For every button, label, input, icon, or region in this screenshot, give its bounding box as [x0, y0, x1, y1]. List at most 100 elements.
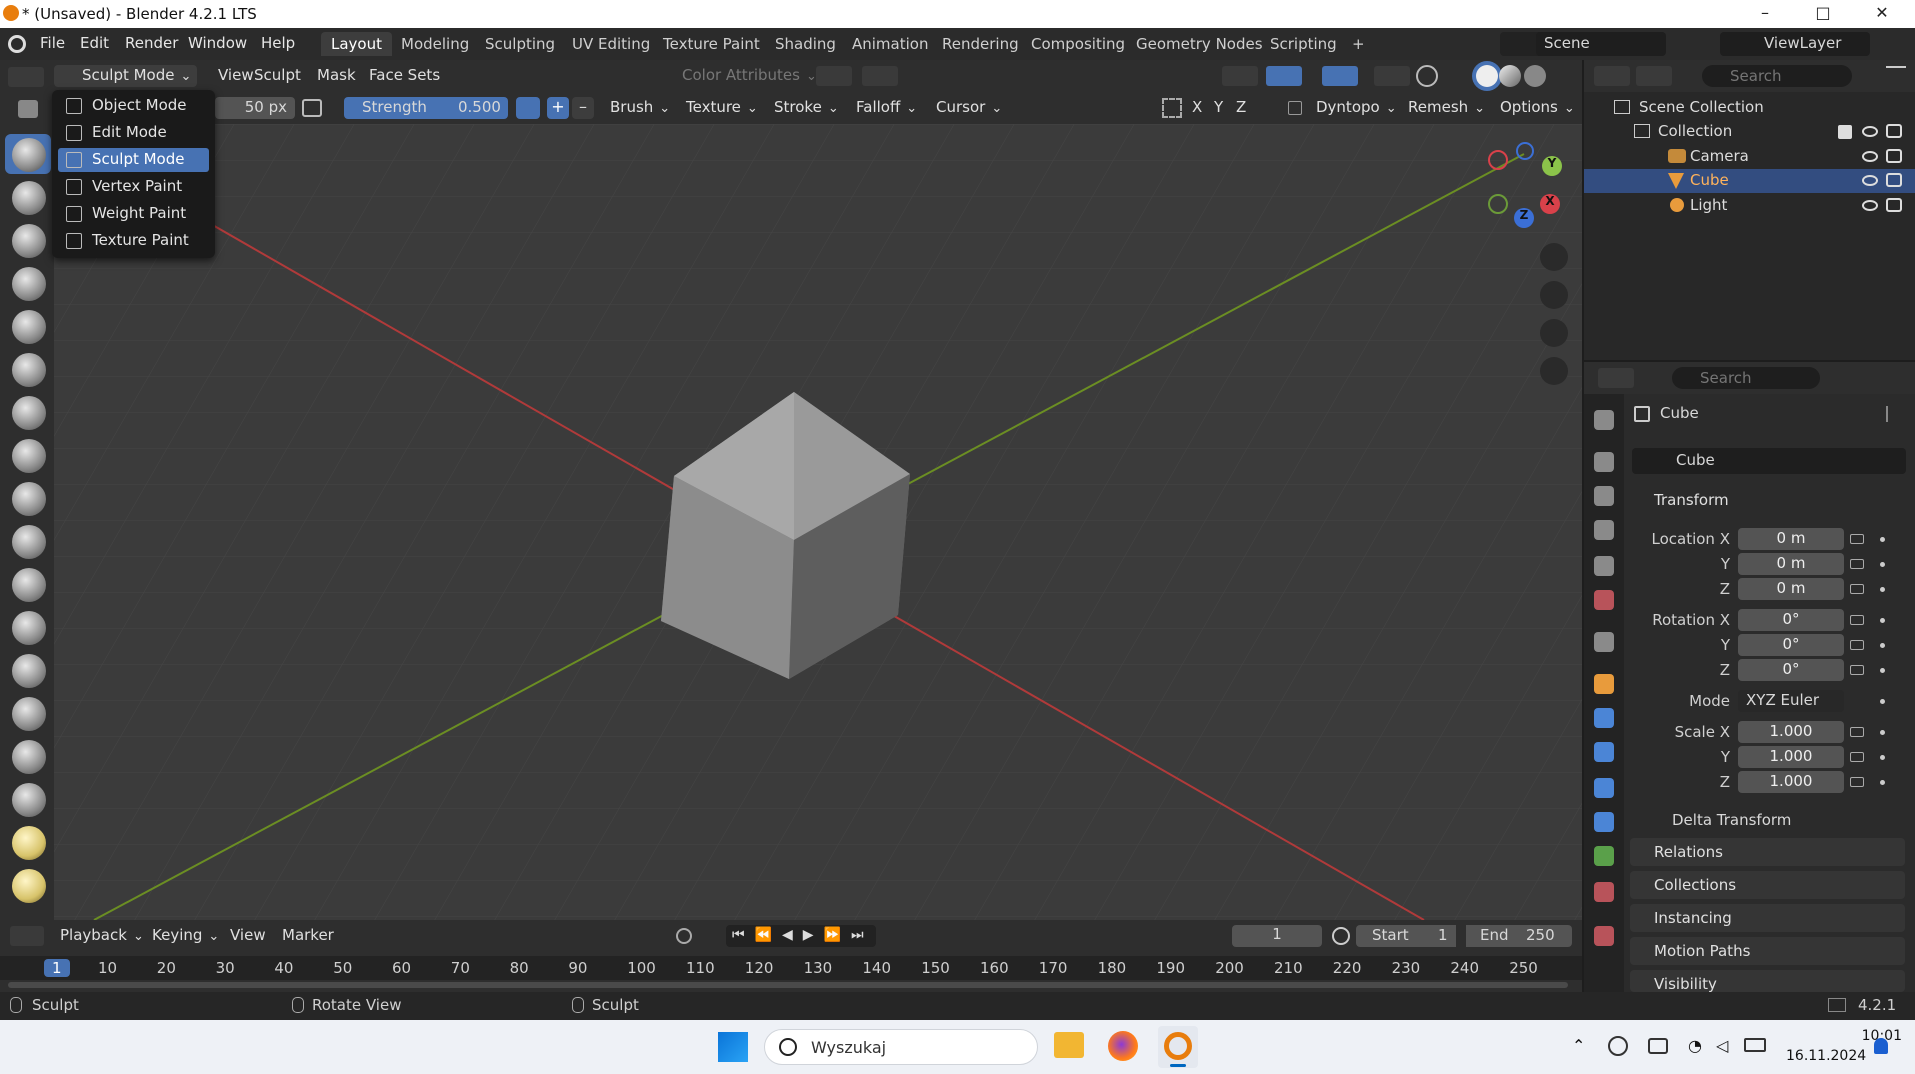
- xray-icon[interactable]: [1374, 66, 1410, 86]
- snake-hook-brush-icon[interactable]: [12, 869, 46, 903]
- collection-eye-icon[interactable]: [1862, 126, 1878, 137]
- scale-y-field[interactable]: 1.000: [1738, 746, 1844, 768]
- playback-dropdown[interactable]: Playback: [54, 925, 150, 947]
- elastic-deform-brush-icon[interactable]: [12, 826, 46, 860]
- firefox-icon[interactable]: [1108, 1031, 1138, 1061]
- mode-vertex-paint[interactable]: Vertex Paint: [58, 175, 209, 199]
- particles-tab-icon[interactable]: [1594, 742, 1614, 762]
- battery-icon[interactable]: [1744, 1038, 1766, 1052]
- collection-tab-icon[interactable]: [1594, 632, 1614, 652]
- subtract-stroke-button[interactable]: –: [572, 97, 594, 119]
- light-row[interactable]: Light: [1584, 194, 1915, 218]
- sync-icon[interactable]: [1608, 1036, 1628, 1056]
- cube-render-icon[interactable]: [1886, 173, 1902, 187]
- lock-scale-y-icon[interactable]: [1850, 752, 1864, 762]
- color-attributes-dropdown[interactable]: Color Attributes: [658, 65, 823, 87]
- scene-collection-row[interactable]: Scene Collection: [1584, 96, 1915, 120]
- add-stroke-button[interactable]: +: [547, 97, 569, 119]
- lock-location-x-icon[interactable]: [1850, 534, 1864, 544]
- physics-tab-icon[interactable]: [1594, 778, 1614, 798]
- visibility-panel[interactable]: Visibility: [1630, 970, 1905, 993]
- mode-sculpt[interactable]: Sculpt Mode: [58, 148, 209, 172]
- keyframe-dot[interactable]: [1880, 780, 1885, 785]
- tab-sculpting[interactable]: Sculpting: [475, 32, 565, 56]
- volume-icon[interactable]: ◁: [1716, 1036, 1728, 1055]
- flatten-brush-icon[interactable]: [12, 568, 46, 602]
- modifiers-tab-icon[interactable]: [1594, 708, 1614, 728]
- symmetry-icon[interactable]: [816, 66, 852, 86]
- mode-texture-paint[interactable]: Texture Paint: [58, 229, 209, 253]
- menu-render[interactable]: Render: [125, 34, 178, 52]
- rotation-z-field[interactable]: 0°: [1738, 659, 1844, 681]
- collection-render-icon[interactable]: [1886, 124, 1902, 138]
- end-frame-field[interactable]: End 250: [1466, 925, 1572, 947]
- timeline-marker-menu[interactable]: Marker: [276, 925, 340, 947]
- stroke-dropdown[interactable]: Stroke: [768, 97, 845, 119]
- filter-icon[interactable]: [1886, 66, 1906, 86]
- keying-dropdown[interactable]: Keying: [146, 925, 225, 947]
- gizmo-neg-z-icon[interactable]: [1516, 142, 1534, 160]
- scrape-brush-icon[interactable]: [12, 654, 46, 688]
- maximize-button[interactable]: □: [1803, 3, 1843, 25]
- pinch-brush-icon[interactable]: [12, 740, 46, 774]
- texture-tab-icon[interactable]: [1594, 926, 1614, 946]
- notification-bell-icon[interactable]: [1874, 1038, 1888, 1054]
- constraints-tab-icon[interactable]: [1594, 812, 1614, 832]
- mode-edit[interactable]: Edit Mode: [58, 121, 209, 145]
- auto-keying-icon[interactable]: [676, 928, 692, 944]
- smooth-brush-icon[interactable]: [12, 525, 46, 559]
- draw-sharp-brush-icon[interactable]: [12, 181, 46, 215]
- tray-chevron-icon[interactable]: ⌃: [1572, 1036, 1585, 1055]
- brush-dropdown[interactable]: Brush: [604, 97, 676, 119]
- tab-animation[interactable]: Animation: [842, 32, 938, 56]
- tab-geometry-nodes[interactable]: Geometry Nodes: [1126, 32, 1273, 56]
- draw-brush-icon[interactable]: [12, 138, 46, 172]
- shading-solid-icon[interactable]: [1476, 65, 1498, 87]
- collections-panel[interactable]: Collections: [1630, 871, 1905, 899]
- remesh-dropdown[interactable]: Remesh: [1402, 97, 1491, 119]
- gizmo-x-icon[interactable]: X: [1540, 194, 1560, 214]
- pan-hand-icon[interactable]: [1540, 281, 1568, 309]
- blender-taskbar-item[interactable]: [1158, 1026, 1198, 1068]
- lock-location-z-icon[interactable]: [1850, 584, 1864, 594]
- menu-face-sets[interactable]: Face Sets: [363, 65, 446, 87]
- overlay-toggle-icon[interactable]: [1322, 66, 1358, 86]
- menu-file[interactable]: File: [40, 34, 65, 52]
- keyframe-dot[interactable]: [1880, 587, 1885, 592]
- zoom-icon[interactable]: [1540, 243, 1568, 271]
- outliner-editor-type-icon[interactable]: [1594, 66, 1630, 86]
- blob-brush-icon[interactable]: [12, 439, 46, 473]
- instancing-panel[interactable]: Instancing: [1630, 904, 1905, 932]
- texture-dropdown[interactable]: Texture: [680, 97, 764, 119]
- strength-slider[interactable]: Strength 0.500: [344, 97, 508, 119]
- radius-pressure-icon[interactable]: [302, 99, 322, 117]
- gizmo-toggle-icon[interactable]: [1266, 66, 1302, 86]
- gizmo-y-icon[interactable]: Y: [1542, 156, 1562, 176]
- timeline-scrollbar[interactable]: [8, 982, 1568, 988]
- keyframe-dot[interactable]: [1880, 730, 1885, 735]
- location-z-field[interactable]: 0 m: [1738, 578, 1844, 600]
- radius-field[interactable]: 50 px: [215, 97, 295, 119]
- dyntopo-dropdown[interactable]: Dyntopo: [1310, 97, 1403, 119]
- lock-scale-z-icon[interactable]: [1850, 777, 1864, 787]
- wifi-icon[interactable]: ◔: [1688, 1036, 1702, 1055]
- camera-eye-icon[interactable]: [1862, 151, 1878, 162]
- tab-texture-paint[interactable]: Texture Paint: [653, 32, 770, 56]
- cursor-dropdown[interactable]: Cursor: [930, 97, 1008, 119]
- playback-controls[interactable]: ⏮⏪◀▶⏩⏭: [726, 925, 876, 947]
- collection-row[interactable]: Collection: [1584, 120, 1915, 144]
- scale-x-field[interactable]: 1.000: [1738, 721, 1844, 743]
- multiplane-scrape-brush-icon[interactable]: [12, 697, 46, 731]
- crease-brush-icon[interactable]: [12, 482, 46, 516]
- scene-name-field[interactable]: Scene: [1536, 32, 1666, 56]
- stopwatch-icon[interactable]: [1332, 927, 1350, 945]
- strength-pressure-icon[interactable]: [516, 97, 540, 119]
- keyframe-dot[interactable]: [1880, 618, 1885, 623]
- camera-view-icon[interactable]: [1540, 319, 1568, 347]
- 3d-viewport[interactable]: Y X Z: [54, 124, 1582, 920]
- light-render-icon[interactable]: [1886, 198, 1902, 212]
- keyframe-dot[interactable]: [1880, 562, 1885, 567]
- file-explorer-icon[interactable]: [1054, 1032, 1084, 1058]
- add-workspace-button[interactable]: +: [1342, 32, 1375, 56]
- delta-transform-subpanel[interactable]: Delta Transform: [1650, 811, 1791, 829]
